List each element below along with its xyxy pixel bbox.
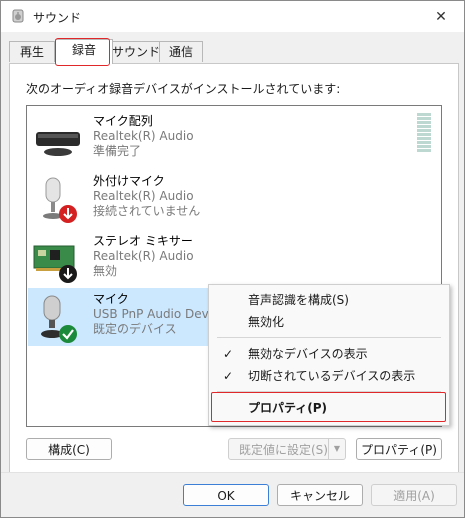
device-driver: Realtek(R) Audio: [93, 129, 194, 143]
properties-button[interactable]: プロパティ(P): [356, 438, 442, 460]
menu-item-disable[interactable]: 無効化: [209, 311, 449, 333]
chevron-down-icon: ▼: [328, 439, 345, 459]
microphone-disconnected-icon: [43, 177, 77, 223]
configure-button[interactable]: 構成(C): [26, 438, 112, 460]
apply-button: 適用(A): [371, 484, 457, 506]
menu-item-show-disconnected[interactable]: ✓ 切断されているデバイスの表示: [209, 365, 449, 387]
device-item-stereo-mix[interactable]: ステレオ ミキサー Realtek(R) Audio 無効: [28, 230, 440, 288]
tab-recording[interactable]: 録音: [55, 39, 113, 64]
menu-item-properties[interactable]: プロパティ(P): [209, 397, 449, 419]
checkmark-icon: ✓: [223, 369, 234, 383]
menu-separator: [217, 337, 441, 338]
tab-sounds[interactable]: サウンド: [111, 41, 161, 62]
menu-separator: [217, 391, 441, 392]
instruction-text: 次のオーディオ録音デバイスがインストールされています:: [26, 82, 341, 96]
set-default-button: 既定値に設定(S) ▼: [228, 438, 346, 460]
speaker-icon: [12, 9, 24, 23]
device-name: マイク配列: [93, 114, 153, 128]
microphone-default-icon: [41, 295, 77, 343]
device-status: 無効: [93, 264, 118, 278]
device-driver: USB PnP Audio Device: [93, 307, 227, 321]
sound-dialog: サウンド ✕ 再生 録音 サウンド 通信 次のオーディオ録音デバイスがインストー…: [0, 0, 465, 518]
device-status: 既定のデバイス: [93, 322, 177, 336]
cancel-button[interactable]: キャンセル: [277, 484, 363, 506]
sound-card-icon: [33, 245, 77, 283]
context-menu: 音声認識を構成(S) 無効化 ✓ 無効なデバイスの表示 ✓ 切断されているデバイ…: [208, 284, 450, 426]
window-title: サウンド: [33, 11, 82, 25]
mic-array-icon: [36, 132, 80, 156]
footer-divider: [1, 472, 464, 473]
close-icon: ✕: [435, 8, 447, 25]
device-status: 準備完了: [93, 144, 142, 158]
device-status: 接続されていません: [93, 204, 201, 218]
ok-button[interactable]: OK: [183, 484, 269, 506]
device-item-external-mic[interactable]: 外付けマイク Realtek(R) Audio 接続されていません: [28, 170, 440, 228]
device-driver: Realtek(R) Audio: [93, 249, 194, 263]
title-bar: サウンド ✕: [1, 1, 464, 32]
tab-communications[interactable]: 通信: [159, 41, 203, 62]
device-driver: Realtek(R) Audio: [93, 189, 194, 203]
checkmark-icon: ✓: [223, 347, 234, 361]
menu-item-configure-speech[interactable]: 音声認識を構成(S): [209, 289, 449, 311]
device-name: 外付けマイク: [93, 174, 165, 188]
device-item-mic-array[interactable]: マイク配列 Realtek(R) Audio 準備完了: [28, 110, 440, 168]
close-button[interactable]: ✕: [418, 1, 464, 32]
menu-item-show-disabled[interactable]: ✓ 無効なデバイスの表示: [209, 343, 449, 365]
device-name: マイク: [93, 292, 129, 306]
tab-playback[interactable]: 再生: [9, 41, 55, 62]
device-name: ステレオ ミキサー: [93, 234, 193, 248]
